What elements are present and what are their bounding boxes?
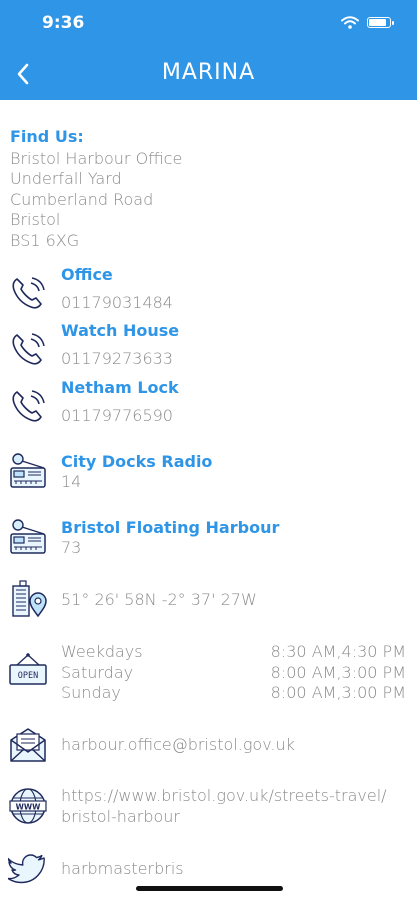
globe-icon-text: WWW: [16, 803, 42, 812]
hours-day: Weekdays: [61, 642, 143, 661]
address-line: Underfall Yard: [10, 169, 122, 188]
email-text: harbour.office@bristol.gov.uk: [61, 735, 295, 754]
open-sign-text: OPEN: [18, 671, 38, 681]
app-header: 9:36 MARINA: [0, 0, 417, 100]
phone-entry-netham-lock: Netham Lock 01179776590: [61, 378, 179, 426]
phone-label: Office: [61, 265, 113, 284]
radio-channel: 14: [61, 472, 82, 491]
hours-time: 8:30 AM,4:30 PM: [270, 642, 406, 661]
coordinates-text: 51° 26' 58N -2° 37' 27W: [61, 590, 257, 609]
address-line: Cumberland Road: [10, 189, 154, 209]
map-pin-building-icon: [12, 580, 47, 618]
radio-label: Bristol Floating Harbour: [61, 518, 280, 537]
radio-channel: 73: [61, 538, 82, 557]
hours-row: Saturday 8:00 AM,3:00 PM: [61, 663, 406, 684]
phone-number[interactable]: 01179273633: [61, 349, 179, 369]
coordinates[interactable]: 51° 26' 58N -2° 37' 27W: [61, 590, 257, 612]
address-block: Find Us: Bristol Harbour Office Underfal…: [10, 127, 182, 251]
website-text-line1: https://www.bristol.gov.uk/streets-trave…: [61, 786, 387, 805]
twitter-handle: harbmasterbris: [61, 859, 184, 878]
open-sign-icon: OPEN: [9, 653, 47, 685]
phone-icon[interactable]: [8, 329, 48, 369]
find-us-label: Find Us:: [10, 127, 84, 146]
status-icons: [341, 16, 394, 29]
phone-label: Watch House: [61, 321, 180, 340]
twitter-link[interactable]: harbmasterbris: [61, 859, 184, 881]
phone-entry-office: Office 01179031484: [61, 265, 173, 313]
opening-hours: Weekdays 8:30 AM,4:30 PM Saturday 8:00 A…: [61, 642, 406, 704]
hours-time: 8:00 AM,3:00 PM: [270, 683, 406, 702]
page-title: MARINA: [161, 60, 256, 85]
phone-number[interactable]: 01179031484: [61, 293, 173, 313]
phone-icon[interactable]: [8, 386, 48, 426]
battery-icon: [367, 17, 394, 28]
address-line: Bristol Harbour Office: [10, 148, 183, 168]
hours-day: Saturday: [61, 662, 134, 682]
phone-icon[interactable]: [8, 273, 48, 313]
wifi-icon: [341, 16, 359, 29]
hours-day: Sunday: [61, 683, 121, 702]
status-time: 9:36: [42, 13, 85, 33]
website-link[interactable]: https://www.bristol.gov.uk/streets-trave…: [61, 786, 387, 827]
hours-row: Sunday 8:00 AM,3:00 PM: [61, 683, 406, 704]
home-indicator[interactable]: [136, 886, 283, 891]
radio-icon: [10, 453, 46, 488]
address-line: BS1 6XG: [10, 230, 80, 250]
phone-number[interactable]: 01179776590: [61, 406, 179, 426]
radio-label: City Docks Radio: [61, 452, 213, 471]
phone-label: Netham Lock: [61, 378, 179, 397]
address-line: Bristol: [10, 210, 61, 229]
email-link[interactable]: harbour.office@bristol.gov.uk: [61, 735, 295, 757]
hours-row: Weekdays 8:30 AM,4:30 PM: [61, 642, 406, 663]
radio-entry-floating-harbour: Bristol Floating Harbour 73: [61, 518, 279, 558]
battery-level: [369, 19, 386, 26]
hours-time: 8:00 AM,3:00 PM: [270, 662, 406, 682]
envelope-icon: [10, 728, 46, 762]
phone-entry-watch-house: Watch House 01179273633: [61, 321, 179, 369]
radio-entry-city-docks: City Docks Radio 14: [61, 452, 212, 492]
twitter-icon: [8, 854, 45, 884]
globe-icon: WWW: [9, 788, 47, 824]
website-text-line2: bristol-harbour: [61, 806, 180, 826]
radio-icon: [10, 519, 46, 554]
